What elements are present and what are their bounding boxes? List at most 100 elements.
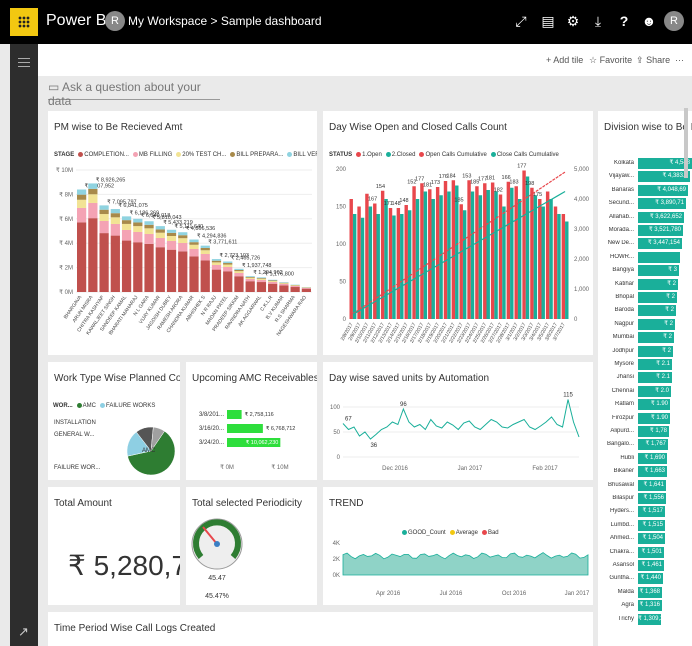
tile-division[interactable]: Division wise to Be Reci Kolkata₹ 4,548V… xyxy=(598,111,692,646)
data-label: ₹ 4,294,836 xyxy=(197,233,227,240)
bar-segment xyxy=(189,256,199,292)
division-row[interactable]: Bikaner ₹ 1,663 xyxy=(598,465,692,478)
division-row[interactable]: Morada... ₹ 3,521,780 xyxy=(598,224,692,237)
bar-open xyxy=(412,186,416,319)
bar-open xyxy=(388,208,393,319)
share-button[interactable]: ⇪ Share xyxy=(636,55,670,66)
division-name: Vijayaw... xyxy=(608,173,634,180)
bar-segment xyxy=(166,240,177,250)
bar-closed xyxy=(486,190,490,319)
tile-trend[interactable]: TREND GOOD_Count Average Bad 0K 2K 4K Apr 201… xyxy=(323,487,593,605)
division-row[interactable]: Hubli ₹ 1,690 xyxy=(598,452,692,465)
division-row[interactable]: Mumbai ₹ 2 xyxy=(598,331,692,344)
download-icon[interactable]: ⤓ xyxy=(587,10,609,32)
bar-open xyxy=(428,189,432,319)
division-row[interactable]: Allahab... ₹ 3,622,652 xyxy=(598,211,692,224)
bar-segment xyxy=(166,249,177,292)
workspace-avatar: R xyxy=(105,11,125,31)
division-name: Firozpur xyxy=(611,414,634,421)
division-row[interactable]: Lumbd... ₹ 1,515 xyxy=(598,519,692,532)
division-name: Chakra... xyxy=(609,548,634,555)
more-options-button[interactable]: ··· xyxy=(675,55,684,65)
division-row[interactable]: Alipurd... ₹ 1,78 xyxy=(598,425,692,438)
tile-periodicity[interactable]: Total selected Periodicity 45.47 45.47% xyxy=(186,487,317,605)
tile-time-period[interactable]: Time Period Wise Call Logs Created xyxy=(48,612,593,646)
bar-open xyxy=(349,199,353,319)
favorite-button[interactable]: ☆ Favorite xyxy=(589,55,632,66)
division-row[interactable]: Malda ₹ 1,368 xyxy=(598,586,692,599)
tile-pm-receivables[interactable]: PM wise to Be Recieved Amt STAGE COMPLETI… xyxy=(48,111,317,355)
division-row[interactable]: Vijayaw... ₹ 4,383.7 xyxy=(598,170,692,183)
division-row[interactable]: Baroda ₹ 2 xyxy=(598,304,692,317)
bar-segment xyxy=(268,281,278,284)
help-icon[interactable]: ? xyxy=(613,10,635,32)
division-row[interactable]: Bhopal ₹ 2 xyxy=(598,291,692,304)
division-row[interactable]: Guntha... ₹ 1,440 xyxy=(598,572,692,585)
division-row[interactable]: HOWR... xyxy=(598,251,692,264)
division-row[interactable]: Nagpur ₹ 2 xyxy=(598,318,692,331)
fullscreen-icon[interactable]: ⤢ xyxy=(510,10,532,32)
division-row[interactable]: Chakra... ₹ 1,501 xyxy=(598,546,692,559)
bar-segment xyxy=(144,221,154,225)
bar-segment xyxy=(223,266,233,272)
division-row[interactable]: Jodhpur ₹ 2 xyxy=(598,345,692,358)
division-row[interactable]: Bhusawal ₹ 1,641 xyxy=(598,479,692,492)
division-row[interactable]: Jhansi ₹ 2.1 xyxy=(598,371,692,384)
y-tick-label: 100 xyxy=(330,405,341,411)
y-tick-label: 150 xyxy=(336,205,347,211)
division-bar: ₹ 1,309,28 xyxy=(638,613,661,625)
hamburger-icon[interactable] xyxy=(18,58,30,67)
bar-segment xyxy=(279,283,289,286)
division-row[interactable]: Bangiya ₹ 3 xyxy=(598,264,692,277)
bar-closed xyxy=(392,215,396,319)
bar-closed xyxy=(557,214,561,319)
division-row[interactable]: Kolkata ₹ 4,548 xyxy=(598,157,692,170)
division-row[interactable]: Chennai ₹ 2.0 xyxy=(598,385,692,398)
qna-box[interactable]: ▭ Ask a question about your data xyxy=(48,80,220,108)
division-row[interactable]: Hyders... ₹ 1,517 xyxy=(598,505,692,518)
tile-day-calls[interactable]: Day Wise Open and Closed Calls Count STA… xyxy=(323,111,593,355)
division-row[interactable]: Bangalo... ₹ 1,767 xyxy=(598,438,692,451)
division-row[interactable]: Bilaspur ₹ 1,556 xyxy=(598,492,692,505)
breadcrumb-dashboard[interactable]: Sample dashboard xyxy=(221,14,322,28)
feedback-icon[interactable]: ☻ xyxy=(638,10,660,32)
division-row[interactable]: Katihar ₹ 2 xyxy=(598,278,692,291)
division-bar: ₹ 3 xyxy=(638,265,679,277)
bar-segment xyxy=(99,220,109,234)
division-row[interactable]: Agra ₹ 1,316 xyxy=(598,599,692,612)
division-row[interactable]: Mysore ₹ 2.1 xyxy=(598,358,692,371)
division-row[interactable]: Banaras ₹ 4,048,69 xyxy=(598,184,692,197)
division-row[interactable]: Asansol ₹ 1,461 xyxy=(598,559,692,572)
y-tick-label: 50 xyxy=(339,280,346,286)
bar-segment xyxy=(88,218,98,292)
division-row[interactable]: New De... ₹ 3,447,154 xyxy=(598,237,692,250)
gear-icon[interactable]: ⚙ xyxy=(562,10,584,32)
app-launcher-icon[interactable] xyxy=(10,8,38,36)
division-bar: ₹ 1,78 xyxy=(638,426,669,437)
tile-scrollbar[interactable] xyxy=(684,108,688,178)
pie-label: GENERAL W... xyxy=(54,432,95,438)
expand-arrow-icon[interactable]: ↗ xyxy=(18,624,29,640)
bar-segment xyxy=(245,276,255,277)
division-name: Guntha... xyxy=(609,575,634,582)
user-avatar[interactable]: R xyxy=(664,11,684,31)
tile-worktype[interactable]: Work Type Wise Planned Count WOR...AMCFA… xyxy=(48,362,180,480)
bar-category-label: 3/16/20... xyxy=(199,426,224,432)
tile-total-amount[interactable]: Total Amount ₹ 5,280,773 xyxy=(48,487,180,605)
notes-icon[interactable]: ▤ xyxy=(537,10,559,32)
division-row[interactable]: Firozpur ₹ 1.90 xyxy=(598,412,692,425)
add-tile-button[interactable]: + Add tile xyxy=(546,55,583,65)
series-line xyxy=(342,399,580,440)
breadcrumb-workspace[interactable]: My Workspace xyxy=(128,14,207,28)
tile-saved-units[interactable]: Day wise saved units by Automation 0 50 10… xyxy=(323,362,593,480)
division-row[interactable]: Ratlam ₹ 1.90 xyxy=(598,398,692,411)
tile-amc[interactable]: Upcoming AMC Receivables Amo... 3/8/201.… xyxy=(186,362,317,480)
division-name: Kolkata xyxy=(613,160,634,166)
bar-segment xyxy=(268,283,278,292)
bar-closed xyxy=(565,221,569,319)
division-row[interactable]: Ahmed... ₹ 1,504 xyxy=(598,532,692,545)
division-row[interactable]: Secund... ₹ 3,890,71 xyxy=(598,197,692,210)
division-row[interactable]: Trichy ₹ 1,309,28 xyxy=(598,613,692,626)
y-tick-label: ₹ 8M xyxy=(59,191,73,198)
bar-segment xyxy=(223,264,233,267)
